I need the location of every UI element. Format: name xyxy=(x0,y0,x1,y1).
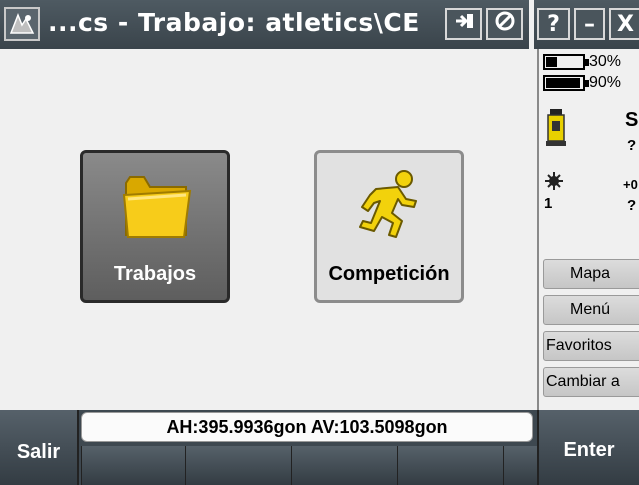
battery-1-level xyxy=(546,57,558,67)
title-separator xyxy=(529,0,534,49)
instrument-value: ? xyxy=(627,137,637,154)
battery-row-2: 90% xyxy=(543,74,621,92)
enter-button[interactable]: Enter xyxy=(537,410,639,485)
folder-icon xyxy=(120,165,194,243)
title-bar: ...cs - Trabajo: atletics\CE ? – X xyxy=(0,0,639,49)
close-button[interactable]: X xyxy=(609,8,639,40)
back-icon xyxy=(452,11,476,37)
back-button[interactable] xyxy=(445,8,482,40)
map-button[interactable]: Mapa xyxy=(543,259,639,289)
competition-tile-label: Competición xyxy=(328,263,450,285)
screen: ...cs - Trabajo: atletics\CE ? – X Traba… xyxy=(0,0,639,485)
window-title: ...cs - Trabajo: atletics\CE xyxy=(48,8,420,37)
instrument-letter: S xyxy=(625,109,639,131)
battery-icon xyxy=(543,54,589,70)
function-key-1[interactable] xyxy=(81,446,185,485)
function-key-2[interactable] xyxy=(185,446,291,485)
battery-2-value: 90% xyxy=(589,74,622,91)
function-key-5[interactable] xyxy=(503,446,537,485)
switch-to-button[interactable]: Cambiar a xyxy=(543,367,639,397)
clear-icon xyxy=(494,10,516,38)
battery-1-value: 30% xyxy=(589,53,622,70)
menu-button[interactable]: Menú xyxy=(543,295,639,325)
jobs-tile[interactable]: Trabajos xyxy=(80,150,230,303)
function-key-4[interactable] xyxy=(397,446,503,485)
favorites-button[interactable]: Favoritos xyxy=(543,331,639,361)
bottom-bar: Salir AH:395.9936gon AV:103.5098gon Ente… xyxy=(0,410,639,485)
instrument-icon[interactable] xyxy=(544,107,568,151)
minimize-button[interactable]: – xyxy=(574,8,605,40)
help-button[interactable]: ? xyxy=(537,8,570,40)
target-number: 1 xyxy=(544,195,553,212)
jobs-tile-label: Trabajos xyxy=(113,263,197,285)
status-panel: 30% 90% S ? 1 +0 ? Mapa Menú Favoritos C… xyxy=(537,49,639,410)
angles-readout: AH:395.9936gon AV:103.5098gon xyxy=(81,412,533,442)
battery-row-1: 30% xyxy=(543,53,621,71)
battery-icon xyxy=(543,75,589,91)
clear-button[interactable] xyxy=(486,8,523,40)
competition-tile[interactable]: Competición xyxy=(314,150,464,303)
main-area: Trabajos Competición xyxy=(0,49,537,410)
running-man-icon xyxy=(354,165,428,243)
target-value: +0 xyxy=(623,177,638,192)
exit-button[interactable]: Salir xyxy=(0,410,79,485)
target-sub-value: ? xyxy=(627,197,637,214)
battery-2-level xyxy=(546,78,581,88)
function-key-3[interactable] xyxy=(291,446,397,485)
prism-icon[interactable] xyxy=(543,171,565,197)
app-menu-icon[interactable] xyxy=(4,7,40,41)
